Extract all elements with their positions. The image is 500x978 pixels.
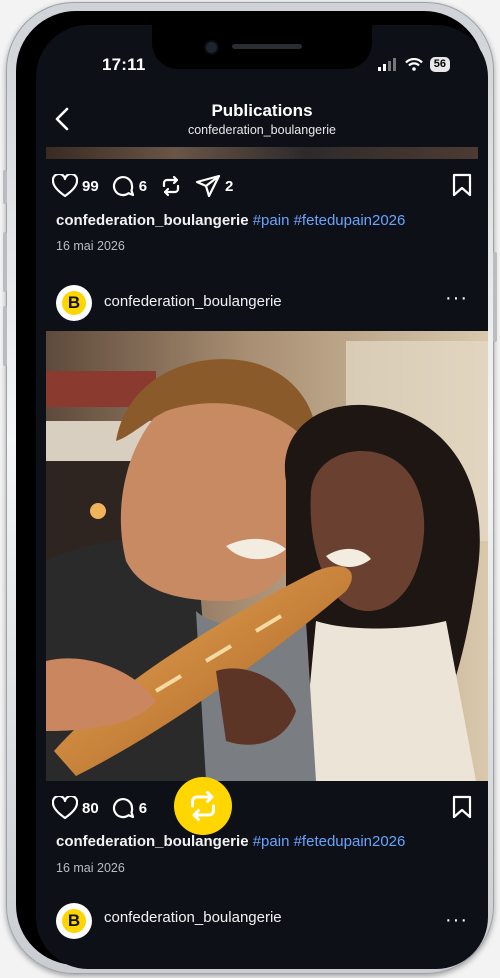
post-username[interactable]: confederation_boulangerie	[104, 293, 282, 310]
dynamic-notch	[152, 25, 372, 69]
like-count: 99	[82, 177, 99, 195]
speaker-grille	[232, 44, 302, 49]
comment-count: 6	[138, 177, 148, 195]
status-icons: 56	[377, 57, 450, 72]
heart-icon	[52, 174, 78, 198]
save-button[interactable]	[452, 173, 472, 202]
page-title: Publications	[211, 101, 313, 120]
page-subtitle: confederation_boulangerie	[187, 123, 337, 137]
post2-date: 16 mai 2026	[56, 861, 125, 875]
status-time: 17:11	[102, 55, 146, 74]
camera-icon	[206, 42, 217, 53]
brand-logo: B	[62, 291, 86, 315]
post-username[interactable]: confederation_boulangerie	[104, 909, 282, 926]
comment-count: 6	[138, 799, 148, 817]
screen: 17:11 56 Publications confederation_boul…	[36, 25, 488, 969]
caption-hashtags[interactable]: #pain #fetedupain2026	[253, 212, 406, 229]
bezel: 17:11 56 Publications confederation_boul…	[16, 11, 488, 969]
share-count: 2	[225, 177, 234, 195]
repost-button[interactable]	[159, 174, 183, 198]
caption-hashtags[interactable]: #pain #fetedupain2026	[253, 833, 406, 850]
post2-actions: 80 6	[52, 791, 472, 825]
wifi-icon	[404, 58, 423, 71]
send-icon	[195, 174, 221, 198]
share-button[interactable]: 2	[195, 174, 233, 198]
repost-icon	[191, 791, 215, 821]
power-button	[493, 252, 497, 342]
like-button[interactable]: 80	[52, 796, 99, 820]
like-count: 80	[82, 799, 99, 817]
caption-username[interactable]: confederation_boulangerie	[56, 212, 249, 229]
post2-caption: confederation_boulangerie #pain #fetedup…	[56, 833, 405, 850]
comment-icon	[112, 797, 134, 819]
comment-button[interactable]: 6	[111, 796, 147, 820]
post1-actions: 99 6 2	[52, 169, 472, 203]
post1-caption: confederation_boulangerie #pain #fetedup…	[56, 212, 405, 229]
previous-post-image	[46, 147, 478, 159]
volume-up-button	[3, 232, 7, 292]
bookmark-icon	[452, 173, 472, 197]
repost-button-highlighted[interactable]	[174, 777, 232, 835]
like-button[interactable]: 99	[52, 174, 99, 198]
post1-date: 16 mai 2026	[56, 239, 125, 253]
comment-icon	[112, 175, 134, 197]
brand-logo: B	[62, 909, 86, 933]
heart-icon	[52, 796, 78, 820]
signal-icon	[377, 58, 396, 71]
more-options-button[interactable]: ···	[445, 287, 468, 310]
more-options-button[interactable]: ···	[445, 909, 468, 932]
bookmark-icon	[452, 795, 472, 819]
avatar[interactable]: B	[56, 285, 92, 321]
battery-indicator: 56	[429, 57, 450, 72]
comment-button[interactable]: 6	[111, 174, 147, 198]
top-bar: Publications confederation_boulangerie	[36, 95, 488, 147]
save-button[interactable]	[452, 795, 472, 824]
post-photo[interactable]	[46, 331, 488, 781]
repost-icon	[162, 175, 180, 197]
mute-switch	[3, 170, 7, 204]
post3-header: B confederation_boulangerie ···	[46, 899, 478, 943]
phone-frame: 17:11 56 Publications confederation_boul…	[3, 2, 497, 974]
avatar[interactable]: B	[56, 903, 92, 939]
volume-down-button	[3, 306, 7, 366]
post2-header: B confederation_boulangerie ···	[46, 281, 478, 325]
caption-username[interactable]: confederation_boulangerie	[56, 833, 249, 850]
